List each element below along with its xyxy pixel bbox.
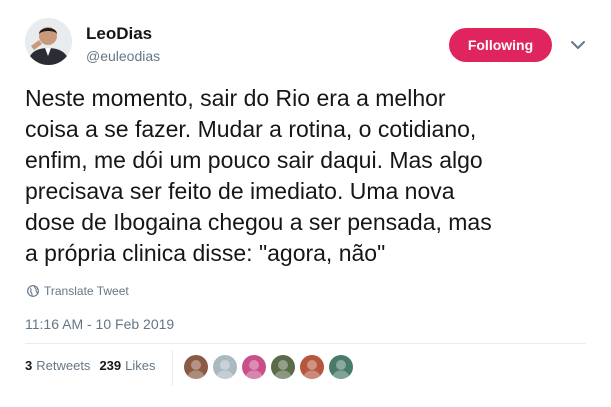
retweets-stat[interactable]: 3 Retweets <box>25 358 90 373</box>
divider <box>25 343 586 344</box>
translate-label: Translate Tweet <box>44 284 129 298</box>
timestamp[interactable]: 11:16 AM - 10 Feb 2019 <box>25 316 174 332</box>
liker-2-avatar[interactable] <box>213 355 237 379</box>
display-name[interactable]: LeoDias <box>86 24 152 44</box>
globe-icon <box>27 285 39 297</box>
likes-label: Likes <box>125 358 156 373</box>
handle[interactable]: @euleodias <box>86 48 160 64</box>
tweet-text: Neste momento, sair do Rio era a melhor … <box>25 85 492 266</box>
tweet-stats: 3 Retweets 239 Likes <box>25 358 165 373</box>
liker-1-avatar[interactable] <box>184 355 208 379</box>
avatar[interactable] <box>25 18 72 65</box>
liker-5-avatar[interactable] <box>300 355 324 379</box>
stats-divider <box>172 350 173 386</box>
liker-avatars <box>184 355 358 379</box>
likes-stat[interactable]: 239 Likes <box>99 358 155 373</box>
profile-photo-icon <box>25 18 72 65</box>
liker-4-avatar[interactable] <box>271 355 295 379</box>
translate-tweet-link[interactable]: Translate Tweet <box>27 284 129 298</box>
likes-count: 239 <box>99 358 122 373</box>
retweets-count: 3 <box>25 358 33 373</box>
liker-6-avatar[interactable] <box>329 355 353 379</box>
liker-3-avatar[interactable] <box>242 355 266 379</box>
following-button[interactable]: Following <box>449 28 552 62</box>
chevron-down-icon[interactable] <box>570 38 586 52</box>
retweets-label: Retweets <box>36 358 91 373</box>
